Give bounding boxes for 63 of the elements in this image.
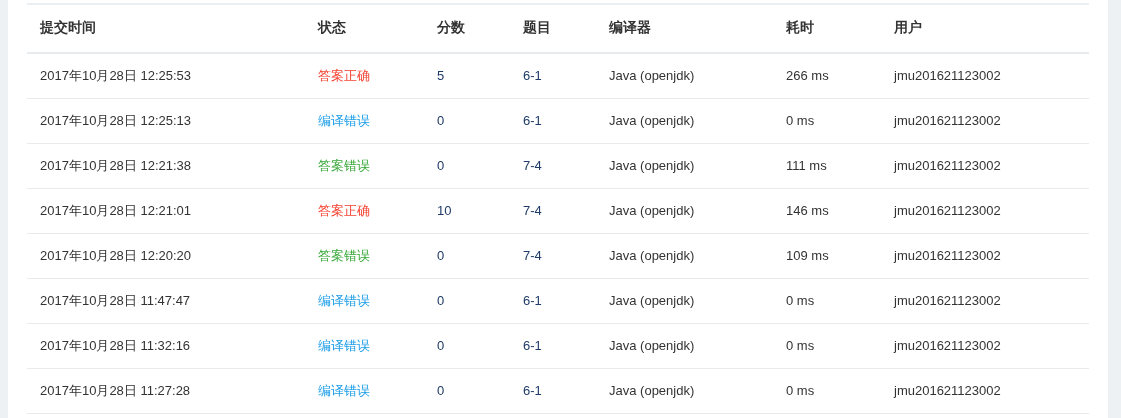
status-text: 答案错误 [318, 247, 370, 263]
duration: 0 ms [786, 292, 815, 308]
problem-id: 6-1 [523, 382, 542, 398]
status-text: 答案正确 [318, 68, 370, 83]
status-text: 编译错误 [318, 112, 370, 128]
duration: 111 ms [786, 157, 827, 173]
problem-id: 6-1 [523, 337, 542, 353]
user-name: jmu201621123002 [894, 112, 1001, 128]
score: 10 [437, 202, 452, 218]
problem-id: 7-4 [523, 202, 542, 218]
compiler: Java (openjdk) [609, 247, 695, 263]
user-name: jmu201621123002 [894, 337, 1001, 353]
duration: 266 ms [786, 68, 829, 83]
compiler: Java (openjdk) [609, 202, 695, 218]
submit-time: 2017年10月28日 12:21:01 [40, 202, 192, 218]
user-name: jmu201621123002 [894, 157, 1001, 173]
problem-id: 6-1 [523, 112, 542, 128]
status-text: 答案错误 [318, 157, 370, 173]
column-header: 状态 [318, 20, 346, 36]
submit-time: 2017年10月28日 11:27:28 [40, 382, 191, 398]
duration: 146 ms [786, 202, 829, 218]
compiler: Java (openjdk) [609, 292, 695, 308]
status-text: 编译错误 [318, 337, 370, 353]
column-header: 用户 [894, 20, 922, 36]
user-name: jmu201621123002 [894, 247, 1001, 263]
compiler: Java (openjdk) [609, 68, 695, 83]
compiler: Java (openjdk) [609, 112, 695, 128]
user-name: jmu201621123002 [894, 292, 1001, 308]
submit-time: 2017年10月28日 12:20:20 [40, 247, 192, 263]
score: 0 [437, 382, 445, 398]
submit-time: 2017年10月28日 12:21:38 [40, 157, 192, 173]
problem-id: 6-1 [523, 68, 542, 83]
submit-time: 2017年10月28日 12:25:53 [40, 68, 192, 83]
submit-time: 2017年10月28日 11:32:16 [40, 337, 191, 353]
score: 0 [437, 112, 445, 128]
column-header: 题目 [523, 20, 551, 36]
problem-id: 7-4 [523, 247, 542, 263]
compiler: Java (openjdk) [609, 337, 695, 353]
column-header: 编译器 [609, 20, 651, 36]
column-header: 耗时 [786, 20, 814, 36]
duration: 0 ms [786, 112, 815, 128]
duration: 109 ms [786, 247, 829, 263]
duration: 0 ms [786, 382, 815, 398]
score: 0 [437, 157, 445, 173]
compiler: Java (openjdk) [609, 157, 695, 173]
score: 0 [437, 247, 445, 263]
score: 0 [437, 337, 445, 353]
column-header: 分数 [437, 20, 465, 36]
user-name: jmu201621123002 [894, 202, 1001, 218]
compiler: Java (openjdk) [609, 382, 695, 398]
problem-id: 7-4 [523, 157, 542, 173]
problem-id: 6-1 [523, 292, 542, 308]
score: 5 [437, 68, 445, 83]
user-name: jmu201621123002 [894, 382, 1001, 398]
submit-time: 2017年10月28日 11:47:47 [40, 292, 191, 308]
status-text: 编译错误 [318, 382, 370, 398]
user-name: jmu201621123002 [894, 68, 1001, 83]
column-header: 提交时间 [40, 20, 96, 36]
submit-time: 2017年10月28日 12:25:13 [40, 112, 192, 128]
score: 0 [437, 292, 445, 308]
status-text: 答案正确 [318, 202, 370, 218]
status-text: 编译错误 [318, 292, 370, 308]
duration: 0 ms [786, 337, 815, 353]
